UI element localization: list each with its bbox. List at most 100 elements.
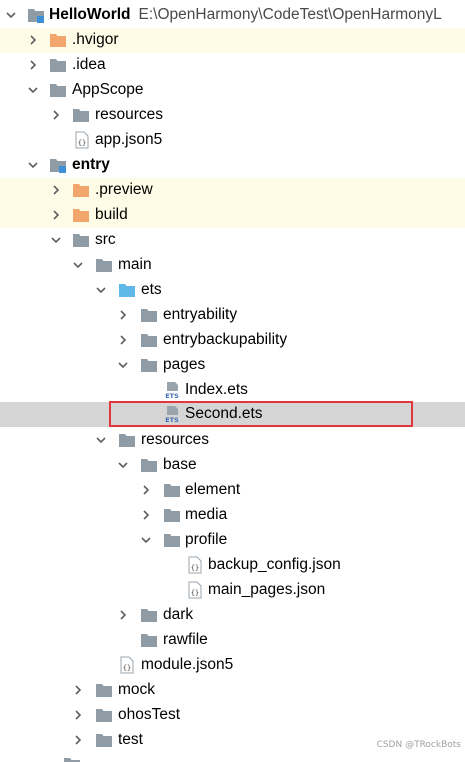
tree-label-resources: resources bbox=[95, 106, 164, 123]
json-file-icon bbox=[186, 556, 204, 574]
chevron-down-icon[interactable] bbox=[27, 159, 39, 171]
watermark: CSDN @TRockBots bbox=[376, 740, 461, 750]
tree-row-build[interactable]: build bbox=[0, 203, 465, 228]
folder-icon bbox=[140, 456, 158, 474]
tree-row-element[interactable]: element bbox=[0, 478, 465, 503]
tree-row-helloworld[interactable]: HelloWorld E:\OpenHarmony\CodeTest\OpenHa… bbox=[0, 3, 465, 28]
chevron-down-icon[interactable] bbox=[27, 84, 39, 96]
chevron-down-icon[interactable] bbox=[72, 259, 84, 271]
chevron-right-icon[interactable] bbox=[140, 509, 152, 521]
tree-label-helloworld: HelloWorld E:\OpenHarmony\CodeTest\OpenHa… bbox=[49, 6, 442, 23]
tree-row-mock[interactable]: mock bbox=[0, 678, 465, 703]
tree-label-app-json5: app.json5 bbox=[95, 131, 163, 148]
folder-orange-icon bbox=[49, 31, 67, 49]
tree-row-base[interactable]: base bbox=[0, 453, 465, 478]
chevron-right-icon[interactable] bbox=[50, 209, 62, 221]
tree-row-index-ets[interactable]: Index.ets bbox=[0, 378, 465, 403]
chevron-right-icon[interactable] bbox=[50, 184, 62, 196]
tree-label-hvigor: .hvigor bbox=[72, 31, 119, 48]
tree-row-ets[interactable]: ets bbox=[0, 278, 465, 303]
tree-label-test: test bbox=[118, 731, 143, 748]
folder-icon bbox=[95, 706, 113, 724]
folder-icon bbox=[63, 756, 81, 762]
json-file-icon bbox=[118, 656, 136, 674]
chevron-right-icon[interactable] bbox=[72, 684, 84, 696]
source-folder-icon bbox=[118, 281, 136, 299]
folder-icon bbox=[49, 56, 67, 74]
folder-orange-icon bbox=[72, 181, 90, 199]
folder-icon bbox=[140, 306, 158, 324]
tree-label-ets: ets bbox=[141, 281, 162, 298]
selection-highlight-box bbox=[109, 401, 413, 427]
tree-label-mock: mock bbox=[118, 681, 156, 698]
tree-label-media: media bbox=[185, 506, 228, 523]
chevron-down-icon[interactable] bbox=[117, 359, 129, 371]
chevron-down-icon[interactable] bbox=[140, 534, 152, 546]
folder-icon bbox=[72, 106, 90, 124]
chevron-right-icon[interactable] bbox=[140, 484, 152, 496]
tree-row-src[interactable]: src bbox=[0, 228, 465, 253]
json-file-icon bbox=[73, 131, 91, 149]
folder-icon bbox=[95, 681, 113, 699]
tree-row-rawfile[interactable]: rawfile bbox=[0, 628, 465, 653]
tree-row-main-resources[interactable]: resources bbox=[0, 428, 465, 453]
chevron-right-icon[interactable] bbox=[72, 734, 84, 746]
chevron-right-icon[interactable] bbox=[50, 109, 62, 121]
ets-file-icon bbox=[163, 381, 181, 399]
tree-label-src: src bbox=[95, 231, 116, 248]
module-folder-icon bbox=[49, 156, 67, 174]
tree-row-preview[interactable]: .preview bbox=[0, 178, 465, 203]
tree-row-ohostest[interactable]: ohosTest bbox=[0, 703, 465, 728]
chevron-right-icon[interactable] bbox=[27, 34, 39, 46]
tree-label-ohostest: ohosTest bbox=[118, 706, 181, 723]
tree-row-idea[interactable]: .idea bbox=[0, 53, 465, 78]
tree-row-entrybackupability[interactable]: entrybackupability bbox=[0, 328, 465, 353]
project-path: E:\OpenHarmony\CodeTest\OpenHarmonyL bbox=[138, 6, 442, 23]
tree-row-module-json5[interactable]: module.json5 bbox=[0, 653, 465, 678]
folder-icon bbox=[95, 256, 113, 274]
tree-row-appscope[interactable]: AppScope bbox=[0, 78, 465, 103]
folder-icon bbox=[140, 631, 158, 649]
tree-row-main-pages[interactable]: main_pages.json bbox=[0, 578, 465, 603]
tree-row-hvigor[interactable]: .hvigor bbox=[0, 28, 465, 53]
folder-icon bbox=[163, 506, 181, 524]
chevron-right-icon[interactable] bbox=[27, 59, 39, 71]
tree-row-dark[interactable]: dark bbox=[0, 603, 465, 628]
tree-row-pages[interactable]: pages bbox=[0, 353, 465, 378]
tree-label-main: main bbox=[118, 256, 152, 273]
chevron-down-icon[interactable] bbox=[50, 234, 62, 246]
tree-row-entryability[interactable]: entryability bbox=[0, 303, 465, 328]
chevron-down-icon[interactable] bbox=[95, 284, 107, 296]
chevron-right-icon[interactable] bbox=[72, 709, 84, 721]
tree-label-appscope: AppScope bbox=[72, 81, 144, 98]
folder-icon bbox=[95, 731, 113, 749]
tree-row-main[interactable]: main bbox=[0, 253, 465, 278]
folder-icon bbox=[72, 231, 90, 249]
tree-row-app-json5[interactable]: app.json5 bbox=[0, 128, 465, 153]
chevron-down-icon[interactable] bbox=[117, 459, 129, 471]
chevron-down-icon[interactable] bbox=[5, 9, 17, 21]
tree-row-profile[interactable]: profile bbox=[0, 528, 465, 553]
tree-label-entryability: entryability bbox=[163, 306, 238, 323]
folder-icon bbox=[140, 606, 158, 624]
tree-row-cutoff bbox=[60, 756, 150, 762]
chevron-right-icon[interactable] bbox=[117, 309, 129, 321]
tree-label-entry: entry bbox=[72, 156, 110, 173]
tree-row-backup-config[interactable]: backup_config.json bbox=[0, 553, 465, 578]
tree-label-backup-config: backup_config.json bbox=[208, 556, 341, 573]
tree-row-entry[interactable]: entry bbox=[0, 153, 465, 178]
tree-label-rawfile: rawfile bbox=[163, 631, 208, 648]
tree-label-preview: .preview bbox=[95, 181, 153, 198]
tree-row-media[interactable]: media bbox=[0, 503, 465, 528]
tree-row-appscope-resources[interactable]: resources bbox=[0, 103, 465, 128]
module-folder-icon bbox=[27, 6, 45, 24]
tree-label-main-pages: main_pages.json bbox=[208, 581, 326, 598]
folder-orange-icon bbox=[72, 206, 90, 224]
chevron-right-icon[interactable] bbox=[117, 609, 129, 621]
chevron-right-icon[interactable] bbox=[117, 334, 129, 346]
chevron-down-icon[interactable] bbox=[95, 434, 107, 446]
folder-icon bbox=[163, 481, 181, 499]
project-tree: HelloWorld E:\OpenHarmony\CodeTest\OpenHa… bbox=[0, 0, 465, 762]
tree-label-resources: resources bbox=[141, 431, 210, 448]
tree-label-module-json5: module.json5 bbox=[141, 656, 234, 673]
